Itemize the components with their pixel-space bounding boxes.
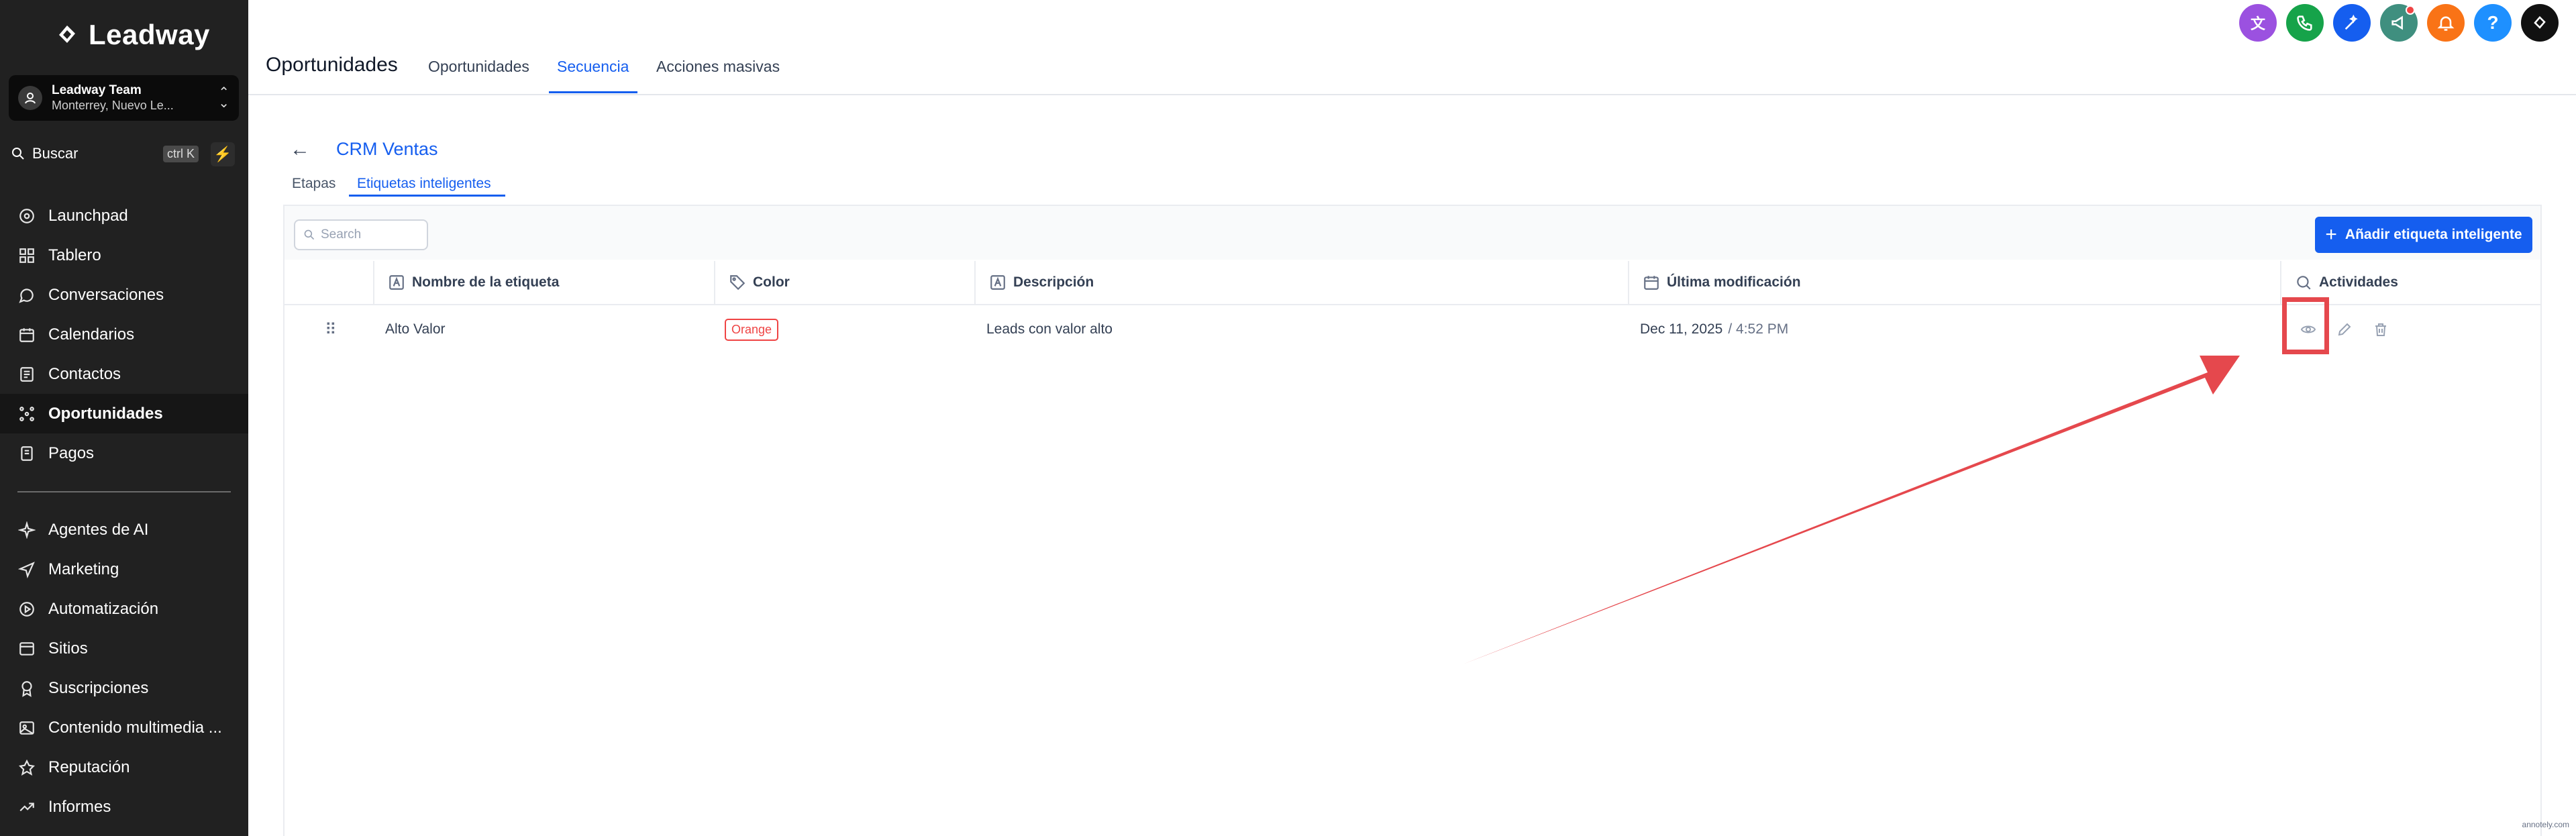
watermark: annotely.com (2522, 820, 2569, 829)
app-root: Leadway Leadway Team Monterrey, Nuevo Le… (0, 0, 2576, 836)
annotation-arrow (1463, 356, 2240, 664)
